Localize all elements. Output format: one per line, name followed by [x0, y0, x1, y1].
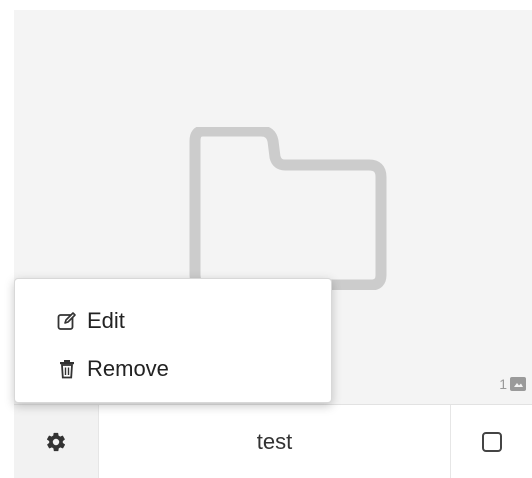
edit-icon — [57, 311, 77, 331]
file-card: 1 test Edit Remove — [0, 0, 532, 478]
trash-icon — [57, 359, 77, 379]
menu-item-label: Edit — [87, 308, 125, 333]
select-checkbox[interactable] — [481, 432, 502, 452]
menu-item-edit[interactable]: Edit — [15, 297, 331, 345]
item-count-badge: 1 — [499, 376, 526, 392]
image-icon — [510, 377, 526, 391]
item-count: 1 — [499, 376, 507, 392]
menu-item-label: Remove — [87, 356, 169, 381]
gear-icon — [46, 432, 66, 452]
folder-icon — [189, 127, 387, 290]
item-name: test — [98, 405, 451, 478]
menu-item-remove[interactable]: Remove — [15, 345, 331, 393]
card-footer: test — [14, 404, 532, 478]
context-menu: Edit Remove — [14, 278, 332, 403]
select-checkbox-cell[interactable] — [451, 405, 532, 478]
settings-button[interactable] — [14, 405, 98, 478]
